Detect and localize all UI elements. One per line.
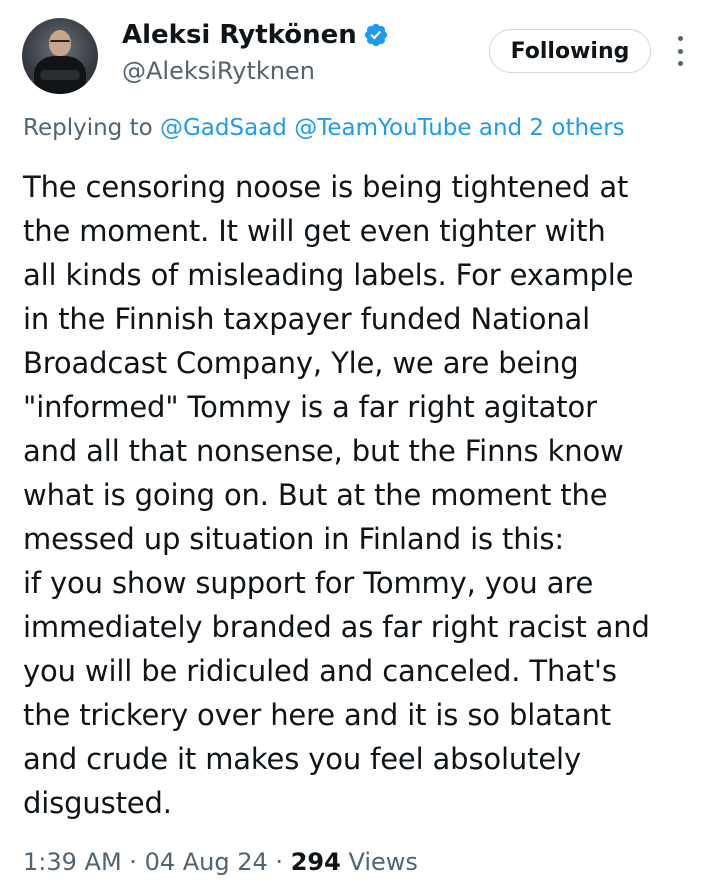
tweet-time-link[interactable]: 1:39 AM: [23, 848, 122, 876]
views-count[interactable]: 294: [291, 848, 341, 876]
more-vertical-icon[interactable]: [670, 36, 690, 66]
tweet-text: The censoring noose is being tightened a…: [23, 170, 650, 820]
views-label: Views: [348, 848, 418, 876]
avatar-glasses-shape: [50, 40, 70, 47]
meta-separator: ·: [129, 848, 137, 876]
author-display-name[interactable]: Aleksi Rytkönen: [122, 20, 357, 50]
tweet-header: Aleksi Rytkönen @AleksiRytknen Following: [0, 0, 720, 110]
more-dot: [677, 61, 683, 66]
more-dot: [677, 48, 683, 54]
avatar-arms-shape: [40, 70, 80, 80]
tweet-meta: 1:39 AM · 04 Aug 24 · 294 Views: [23, 848, 418, 876]
reply-prefix: Replying to: [23, 115, 153, 141]
mention-teamyoutube-link[interactable]: @TeamYouTube: [294, 115, 471, 141]
meta-separator: ·: [275, 848, 284, 876]
verified-badge-icon[interactable]: [363, 22, 389, 48]
following-button[interactable]: Following: [489, 29, 651, 73]
tweet-date-link[interactable]: 04 Aug 24: [145, 848, 268, 876]
author-handle[interactable]: @AleksiRytknen: [122, 57, 315, 85]
more-dot: [677, 36, 683, 41]
avatar[interactable]: [22, 18, 98, 94]
reply-context: Replying to @GadSaad @TeamYouTube and 2 …: [23, 115, 703, 141]
mention-gadsaad-link[interactable]: @GadSaad: [160, 115, 287, 141]
author-name-row: Aleksi Rytkönen: [122, 20, 389, 50]
reply-others-link[interactable]: and 2 others: [479, 115, 625, 141]
